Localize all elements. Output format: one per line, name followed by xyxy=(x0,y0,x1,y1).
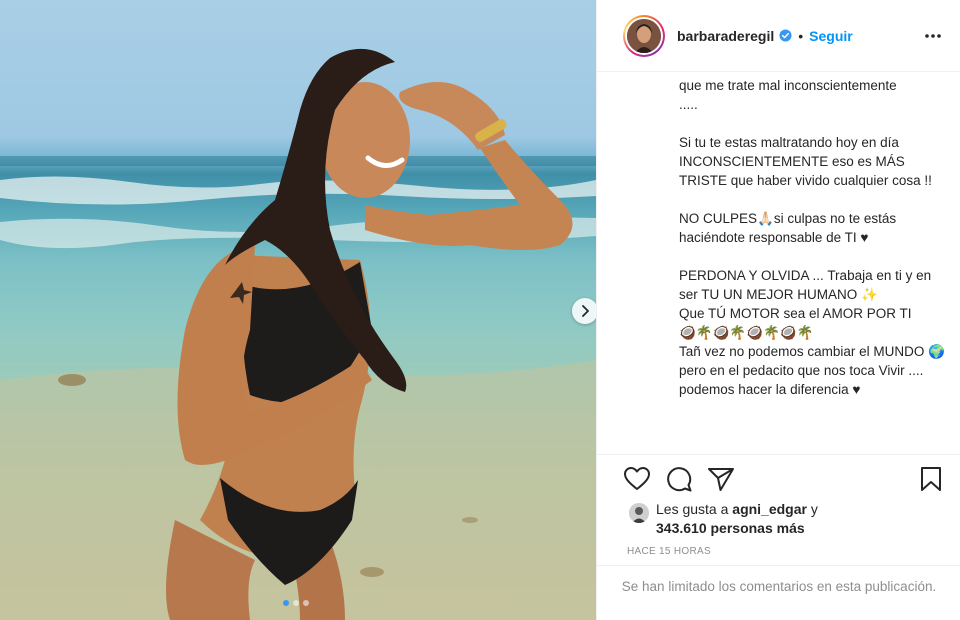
post-caption: que me trate mal inconscientemente .....… xyxy=(679,76,949,454)
username[interactable]: barbaraderegil xyxy=(677,28,774,44)
liker-avatar-image xyxy=(629,503,649,523)
carousel-next-button[interactable] xyxy=(572,298,596,324)
likes-count[interactable]: 343.610 personas más xyxy=(656,520,805,536)
avatar xyxy=(627,18,661,53)
post-detail-panel: barbaraderegil • Seguir que me trate mal… xyxy=(596,0,960,620)
follow-button[interactable]: Seguir xyxy=(809,28,853,44)
caption-paragraph: que me trate mal inconscientemente ..... xyxy=(679,78,897,112)
likes-text: Les gusta a agni_edgar y xyxy=(656,501,818,517)
post-photo[interactable] xyxy=(0,0,596,620)
comments-limited-notice: Se han limitado los comentarios en esta … xyxy=(597,565,960,620)
post-actions-bar xyxy=(597,454,960,500)
carousel-dot-3 xyxy=(303,600,309,606)
post-timestamp[interactable]: HACE 15 HORAS xyxy=(627,546,711,557)
verified-badge-icon xyxy=(779,29,792,42)
chevron-right-icon xyxy=(582,305,589,317)
save-button[interactable] xyxy=(917,465,945,493)
caption-paragraph: PERDONA Y OLVIDA ... Trabaja en ti y en … xyxy=(679,268,945,397)
comment-bubble-icon xyxy=(667,467,692,492)
bookmark-icon xyxy=(921,467,941,491)
caption-paragraph: Si tu te estas maltratando hoy en día IN… xyxy=(679,135,932,188)
liker-username[interactable]: agni_edgar xyxy=(732,501,807,517)
post-header: barbaraderegil • Seguir xyxy=(597,0,960,72)
carousel-dot-2 xyxy=(293,600,299,606)
avatar-portrait xyxy=(627,18,661,53)
beach-photo-illustration xyxy=(0,48,596,620)
carousel-indicator xyxy=(283,600,309,606)
share-button[interactable] xyxy=(707,465,735,493)
likes-summary: Les gusta a agni_edgar y 343.610 persona… xyxy=(627,500,947,540)
likes-prefix: Les gusta a xyxy=(656,501,733,517)
carousel-dot-1 xyxy=(283,600,289,606)
avatar-inner-border xyxy=(625,16,663,55)
paper-plane-icon xyxy=(708,468,734,491)
heart-icon xyxy=(624,467,650,490)
header-separator: • xyxy=(798,27,804,44)
profile-avatar-ring[interactable] xyxy=(623,14,665,57)
liker-avatar xyxy=(629,503,649,523)
more-options-button[interactable] xyxy=(923,26,943,46)
caption-paragraph: NO CULPES🙏🏻si culpas no te estás haciénd… xyxy=(679,211,900,245)
likes-suffix: y xyxy=(806,501,818,517)
comment-button[interactable] xyxy=(665,465,693,493)
more-options-icon xyxy=(925,34,941,38)
like-button[interactable] xyxy=(623,465,651,493)
